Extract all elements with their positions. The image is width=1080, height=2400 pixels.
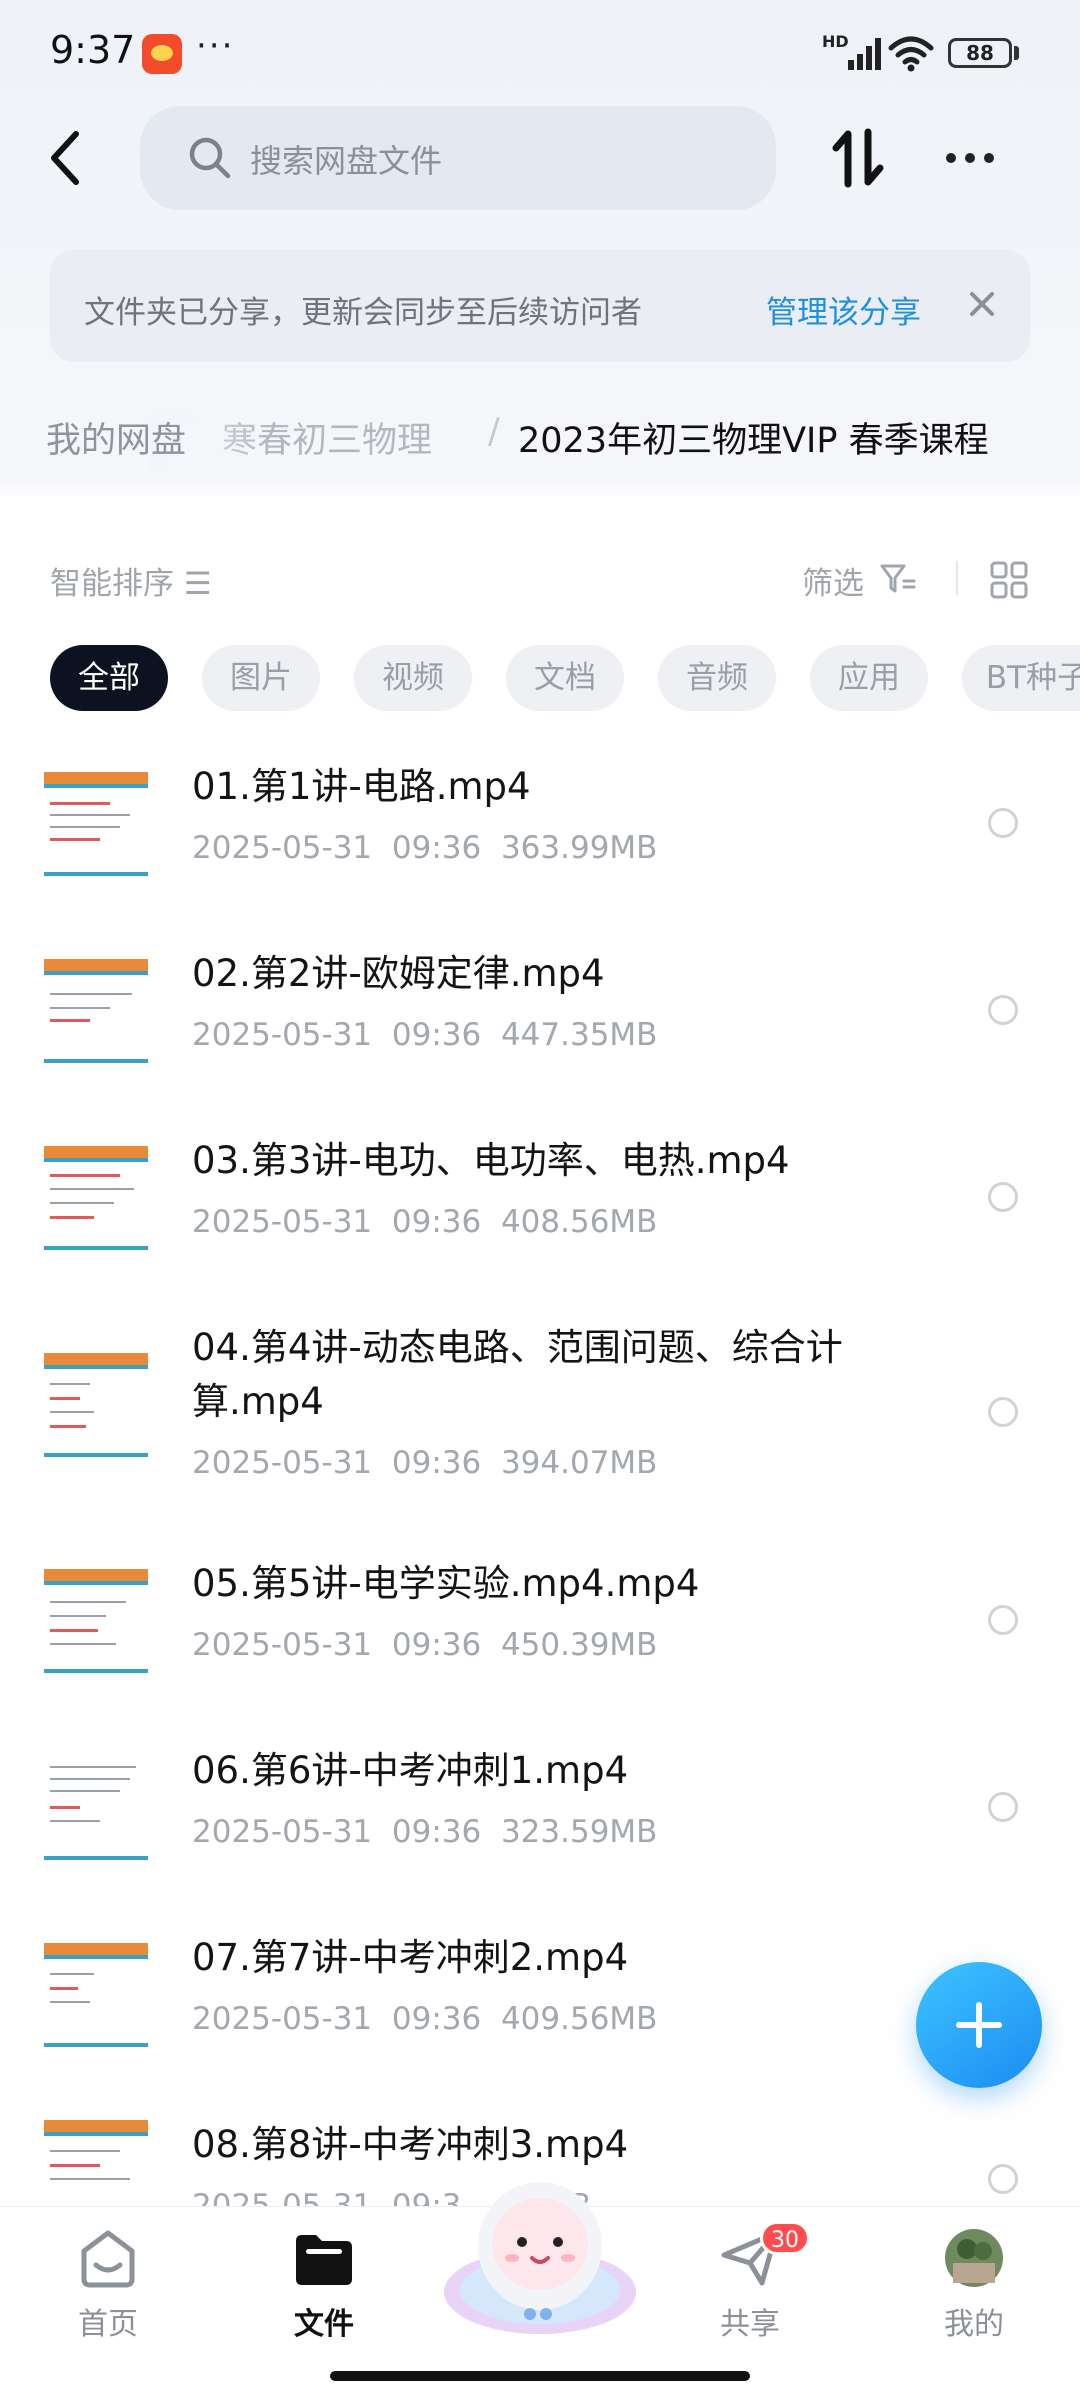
file-row[interactable]: 05.第5讲-电学实验.mp4.mp4 2025-05-31 09:36 450… bbox=[0, 1557, 1080, 1727]
breadcrumb-separator: / bbox=[488, 412, 500, 452]
battery-indicator: 88 bbox=[948, 38, 1012, 68]
select-radio[interactable] bbox=[988, 995, 1018, 1025]
select-radio[interactable] bbox=[988, 2164, 1018, 2194]
video-thumbnail bbox=[44, 1943, 148, 2047]
status-bar: 9:37 ··· HD 88 bbox=[0, 0, 1080, 100]
search-input[interactable]: 搜索网盘文件 bbox=[140, 106, 776, 210]
breadcrumb: 寒春初三物理 我的网盘 / 2023年初三物理VIP 春季课程 bbox=[0, 412, 1080, 472]
search-icon bbox=[189, 137, 231, 179]
back-arrow-icon[interactable] bbox=[42, 128, 92, 188]
file-meta: 2025-05-31 09:36 323.59MB bbox=[192, 1814, 658, 1850]
chip-all[interactable]: 全部 bbox=[50, 645, 168, 711]
home-indicator bbox=[330, 2371, 750, 2381]
video-thumbnail bbox=[44, 1569, 148, 1673]
file-meta: 2025-05-31 09:36 450.39MB bbox=[192, 1627, 658, 1663]
file-meta: 2025-05-31 09:36 363.99MB bbox=[192, 830, 658, 866]
file-row[interactable]: 02.第2讲-欧姆定律.mp4 2025-05-31 09:36 447.35M… bbox=[0, 947, 1080, 1117]
chip-images[interactable]: 图片 bbox=[202, 645, 320, 711]
transfer-sort-icon[interactable] bbox=[830, 128, 886, 188]
manage-share-link[interactable]: 管理该分享 bbox=[766, 287, 921, 332]
video-thumbnail bbox=[44, 772, 148, 876]
grid-view-icon[interactable] bbox=[990, 561, 1028, 599]
status-time: 9:37 bbox=[50, 28, 136, 72]
battery-tip bbox=[1014, 46, 1019, 60]
folder-icon bbox=[296, 2235, 352, 2285]
avatar bbox=[945, 2229, 1003, 2287]
file-name: 02.第2讲-欧姆定律.mp4 bbox=[192, 952, 605, 995]
file-meta: 2025-05-31 09:36 408.56MB bbox=[192, 1204, 658, 1240]
status-more-dots: ··· bbox=[196, 26, 235, 66]
filter-button[interactable]: 筛选 bbox=[802, 558, 864, 603]
select-radio[interactable] bbox=[988, 808, 1018, 838]
file-row[interactable]: 03.第3讲-电功、电功率、电热.mp4 2025-05-31 09:36 40… bbox=[0, 1134, 1080, 1304]
filter-icon[interactable] bbox=[880, 563, 916, 595]
signal-icon bbox=[848, 38, 881, 70]
close-icon[interactable] bbox=[962, 284, 1002, 324]
nav-files-label: 文件 bbox=[294, 2307, 354, 2342]
file-meta: 2025-05-31 09:36 394.07MB bbox=[192, 1445, 658, 1481]
nav-profile[interactable]: 我的 bbox=[904, 2227, 1044, 2343]
file-name: 05.第5讲-电学实验.mp4.mp4 bbox=[192, 1562, 700, 1605]
share-banner-text: 文件夹已分享，更新会同步至后续访问者 bbox=[84, 295, 642, 331]
wifi-icon bbox=[888, 36, 934, 72]
file-row[interactable]: 01.第1讲-电路.mp4 2025-05-31 09:36 363.99MB bbox=[0, 760, 1080, 930]
video-thumbnail bbox=[44, 1756, 148, 1860]
chip-documents[interactable]: 文档 bbox=[506, 645, 624, 711]
chip-audio[interactable]: 音频 bbox=[658, 645, 776, 711]
smart-sort-button[interactable]: 智能排序 ☰ bbox=[50, 558, 212, 603]
weibo-notification-icon bbox=[142, 34, 182, 74]
breadcrumb-item-root[interactable]: 我的网盘 bbox=[46, 412, 186, 463]
file-name: 03.第3讲-电功、电功率、电热.mp4 bbox=[192, 1139, 790, 1182]
select-radio[interactable] bbox=[988, 1605, 1018, 1635]
select-radio[interactable] bbox=[988, 1792, 1018, 1822]
video-thumbnail bbox=[44, 1353, 148, 1457]
list-toolbar: 智能排序 ☰ 筛选 bbox=[0, 505, 1080, 655]
file-meta: 2025-05-31 09:36 409.56MB bbox=[192, 2001, 658, 2037]
video-thumbnail bbox=[44, 959, 148, 1063]
share-badge: 30 bbox=[760, 2221, 810, 2255]
select-radio[interactable] bbox=[988, 1182, 1018, 1212]
file-name: 06.第6讲-中考冲刺1.mp4 bbox=[192, 1749, 629, 1792]
nav-share[interactable]: 30 共享 bbox=[680, 2221, 820, 2343]
file-name: 04.第4讲-动态电路、范围问题、综合计算.mp4 bbox=[192, 1326, 843, 1423]
nav-share-label: 共享 bbox=[720, 2307, 780, 2342]
file-row[interactable]: 04.第4讲-动态电路、范围问题、综合计算.mp4 2025-05-31 09:… bbox=[0, 1321, 1080, 1545]
home-icon bbox=[81, 2230, 135, 2288]
file-name: 01.第1讲-电路.mp4 bbox=[192, 765, 531, 808]
nav-home[interactable]: 首页 bbox=[38, 2227, 178, 2343]
file-type-chips: 全部 图片 视频 文档 音频 应用 BT种子 bbox=[50, 645, 1080, 715]
toolbar-divider bbox=[956, 561, 958, 595]
add-fab-button[interactable] bbox=[916, 1962, 1042, 2088]
select-radio[interactable] bbox=[988, 1397, 1018, 1427]
file-meta: 2025-05-31 09:36 447.35MB bbox=[192, 1017, 658, 1053]
breadcrumb-current: 2023年初三物理VIP 春季课程 bbox=[518, 421, 989, 461]
video-thumbnail bbox=[44, 2120, 148, 2206]
file-name: 07.第7讲-中考冲刺2.mp4 bbox=[192, 1936, 629, 1979]
chip-videos[interactable]: 视频 bbox=[354, 645, 472, 711]
share-banner: 文件夹已分享，更新会同步至后续访问者 管理该分享 bbox=[50, 250, 1030, 362]
chip-bt-seeds[interactable]: BT种子 bbox=[962, 645, 1080, 711]
nav-files[interactable]: 文件 bbox=[254, 2227, 394, 2343]
more-options-icon[interactable] bbox=[946, 148, 1003, 167]
nav-home-label: 首页 bbox=[78, 2307, 138, 2342]
video-thumbnail bbox=[44, 1146, 148, 1250]
assistant-mascot-icon[interactable] bbox=[438, 2150, 642, 2340]
search-placeholder: 搜索网盘文件 bbox=[250, 142, 443, 180]
file-row[interactable]: 06.第6讲-中考冲刺1.mp4 2025-05-31 09:36 323.59… bbox=[0, 1744, 1080, 1914]
chip-apps[interactable]: 应用 bbox=[810, 645, 928, 711]
nav-profile-label: 我的 bbox=[944, 2307, 1004, 2342]
